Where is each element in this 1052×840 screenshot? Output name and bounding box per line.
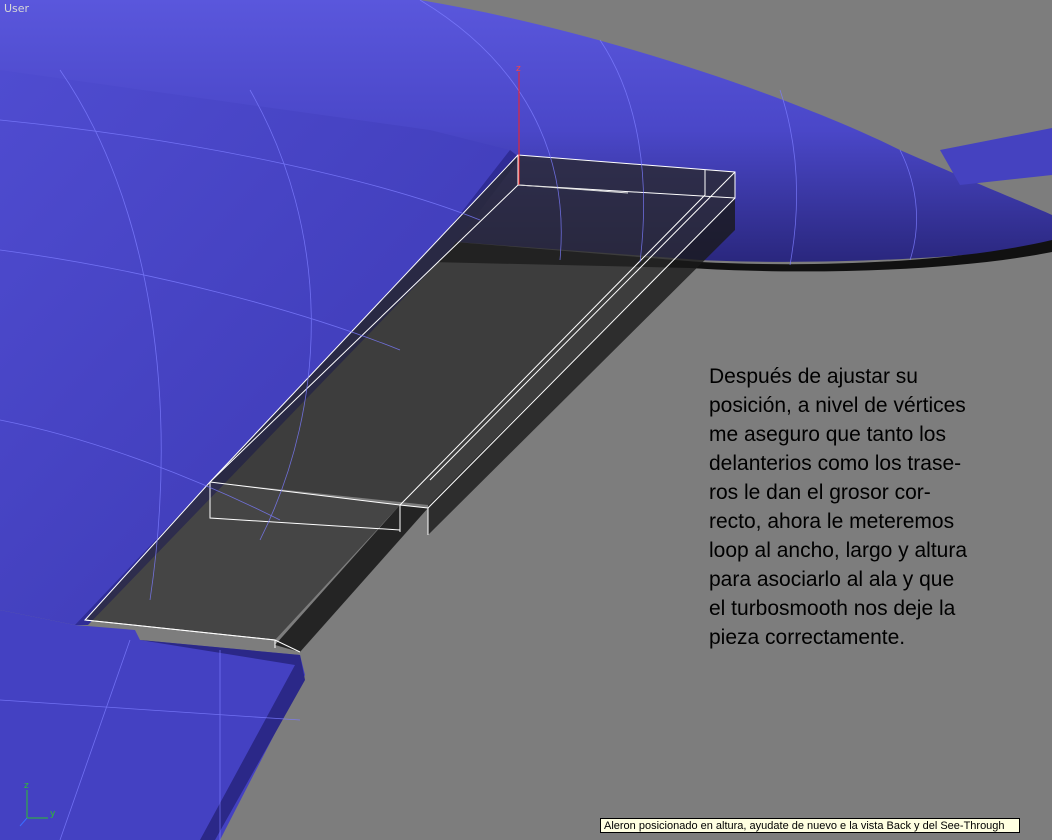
3d-viewport[interactable]: z z y User Después de ajustar su posició…: [0, 0, 1052, 840]
tail-mesh: [940, 128, 1052, 185]
status-tooltip: Aleron posicionado en altura, ayudate de…: [600, 818, 1020, 833]
tripod-z-label: z: [24, 781, 29, 791]
viewport-label[interactable]: User: [4, 2, 29, 15]
gizmo-z-label: z: [516, 64, 521, 74]
lower-wing-mesh: [0, 610, 305, 840]
tripod-y-label: y: [50, 809, 56, 819]
tutorial-annotation: Después de ajustar su posición, a nivel …: [709, 365, 967, 649]
